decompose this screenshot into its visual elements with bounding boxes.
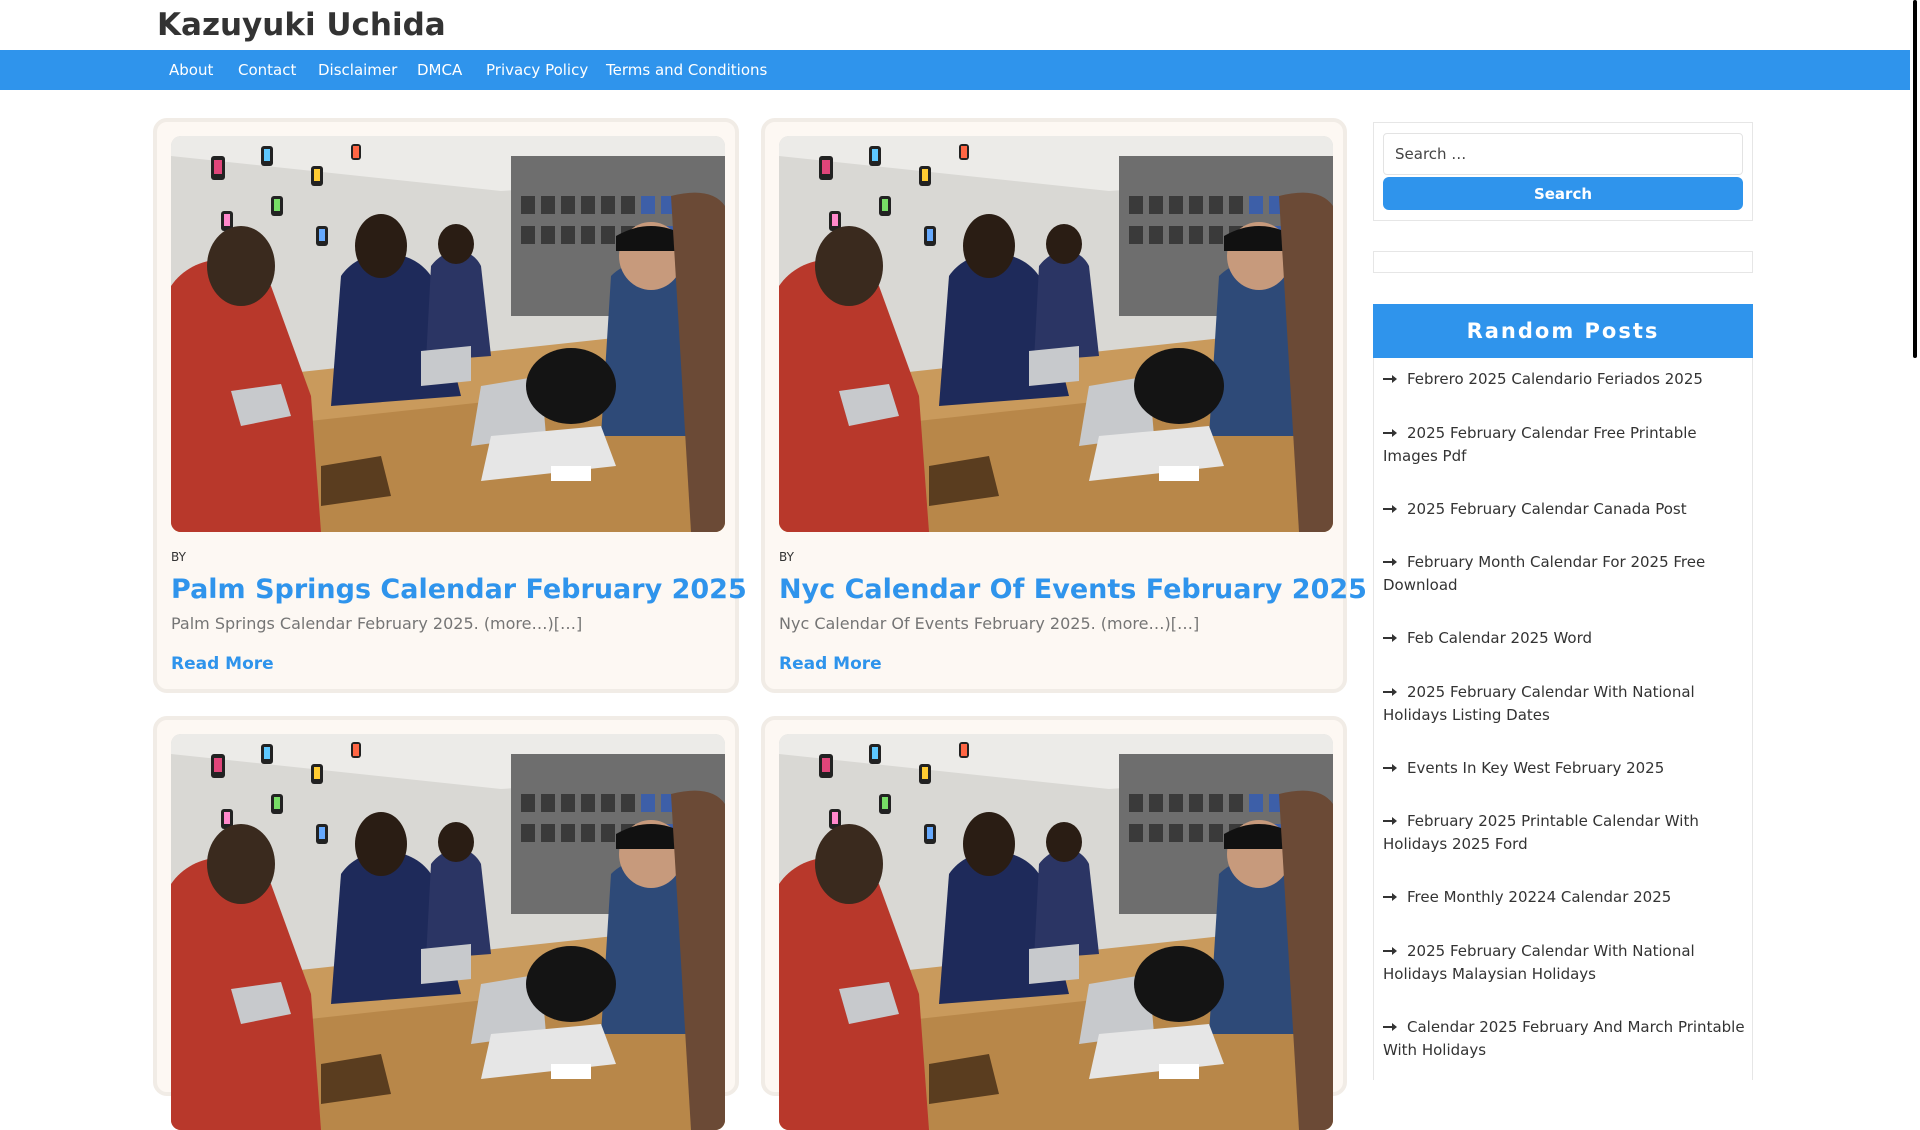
random-post-item[interactable]: February 2025 Printable Calendar With Ho…: [1383, 810, 1748, 856]
nav-item-dmca[interactable]: DMCA: [417, 61, 462, 79]
random-post-link[interactable]: Calendar 2025 February And March Printab…: [1383, 1018, 1745, 1059]
arrow-right-icon: [1383, 946, 1397, 956]
nav-item-terms-and-conditions[interactable]: Terms and Conditions: [606, 61, 767, 79]
post-title[interactable]: Nyc Calendar Of Events February 2025: [779, 572, 1367, 608]
post-thumbnail[interactable]: [779, 734, 1333, 1130]
search-button[interactable]: Search: [1383, 177, 1743, 210]
search-input[interactable]: [1383, 133, 1743, 175]
nav-item-privacy-policy[interactable]: Privacy Policy: [486, 61, 588, 79]
random-post-link[interactable]: 2025 February Calendar With National Hol…: [1383, 683, 1695, 724]
random-post-item[interactable]: Events In Key West February 2025: [1383, 757, 1748, 780]
post-title[interactable]: Palm Springs Calendar February 2025: [171, 572, 747, 608]
read-more-link[interactable]: Read More: [171, 654, 274, 674]
random-post-link[interactable]: February Month Calendar For 2025 Free Do…: [1383, 553, 1705, 594]
random-post-link[interactable]: February 2025 Printable Calendar With Ho…: [1383, 812, 1699, 853]
post-card: BY Nyc Calendar Of Events February 2025 …: [761, 118, 1367, 693]
random-post-link[interactable]: Free Monthly 20224 Calendar 2025: [1407, 888, 1671, 906]
arrow-right-icon: [1383, 504, 1397, 514]
arrow-right-icon: [1383, 763, 1397, 773]
random-post-item[interactable]: 2025 February Calendar Canada Post: [1383, 498, 1748, 521]
random-post-item[interactable]: Free Monthly 20224 Calendar 2025: [1383, 886, 1748, 909]
page-scrollbar[interactable]: [1910, 0, 1920, 1080]
read-more-link[interactable]: Read More: [779, 654, 882, 674]
scrollbar-thumb[interactable]: [1913, 0, 1917, 358]
nav-item-about[interactable]: About: [169, 61, 213, 79]
post-thumbnail[interactable]: [171, 136, 725, 532]
random-post-link[interactable]: 2025 February Calendar Free Printable Im…: [1383, 424, 1697, 465]
post-thumbnail[interactable]: [171, 734, 725, 1130]
main-navigation: About Contact Disclaimer DMCA Privacy Po…: [0, 50, 1910, 90]
random-post-link[interactable]: 2025 February Calendar Canada Post: [1407, 500, 1687, 518]
random-post-item[interactable]: 2025 February Calendar With National Hol…: [1383, 681, 1748, 727]
nav-item-contact[interactable]: Contact: [238, 61, 296, 79]
arrow-right-icon: [1383, 633, 1397, 643]
empty-widget: [1373, 251, 1753, 273]
post-card: [761, 716, 1347, 1096]
arrow-right-icon: [1383, 687, 1397, 697]
random-post-item[interactable]: Febrero 2025 Calendario Feriados 2025: [1383, 368, 1748, 391]
random-post-item[interactable]: Calendar 2025 February And March Printab…: [1383, 1016, 1748, 1062]
post-thumbnail[interactable]: [779, 136, 1333, 532]
random-post-item[interactable]: 2025 February Calendar Free Printable Im…: [1383, 422, 1748, 468]
nav-item-disclaimer[interactable]: Disclaimer: [318, 61, 397, 79]
arrow-right-icon: [1383, 374, 1397, 384]
random-post-link[interactable]: Febrero 2025 Calendario Feriados 2025: [1407, 370, 1703, 388]
arrow-right-icon: [1383, 816, 1397, 826]
random-post-item[interactable]: February Month Calendar For 2025 Free Do…: [1383, 551, 1748, 597]
post-excerpt: Palm Springs Calendar February 2025. (mo…: [171, 614, 583, 633]
random-post-link[interactable]: Events In Key West February 2025: [1407, 759, 1664, 777]
site-title[interactable]: Kazuyuki Uchida: [157, 4, 446, 46]
arrow-right-icon: [1383, 892, 1397, 902]
random-posts-title: Random Posts: [1373, 304, 1753, 358]
random-post-item[interactable]: Feb Calendar 2025 Word: [1383, 627, 1748, 650]
post-card: [153, 716, 739, 1096]
post-excerpt: Nyc Calendar Of Events February 2025. (m…: [779, 614, 1200, 633]
post-author: BY: [171, 550, 186, 564]
random-post-link[interactable]: Feb Calendar 2025 Word: [1407, 629, 1592, 647]
random-post-item[interactable]: 2025 February Calendar With National Hol…: [1383, 940, 1748, 986]
arrow-right-icon: [1383, 428, 1397, 438]
random-post-link[interactable]: 2025 February Calendar With National Hol…: [1383, 942, 1695, 983]
arrow-right-icon: [1383, 557, 1397, 567]
arrow-right-icon: [1383, 1022, 1397, 1032]
post-card: BY Palm Springs Calendar February 2025 P…: [153, 118, 747, 693]
post-author: BY: [779, 550, 794, 564]
